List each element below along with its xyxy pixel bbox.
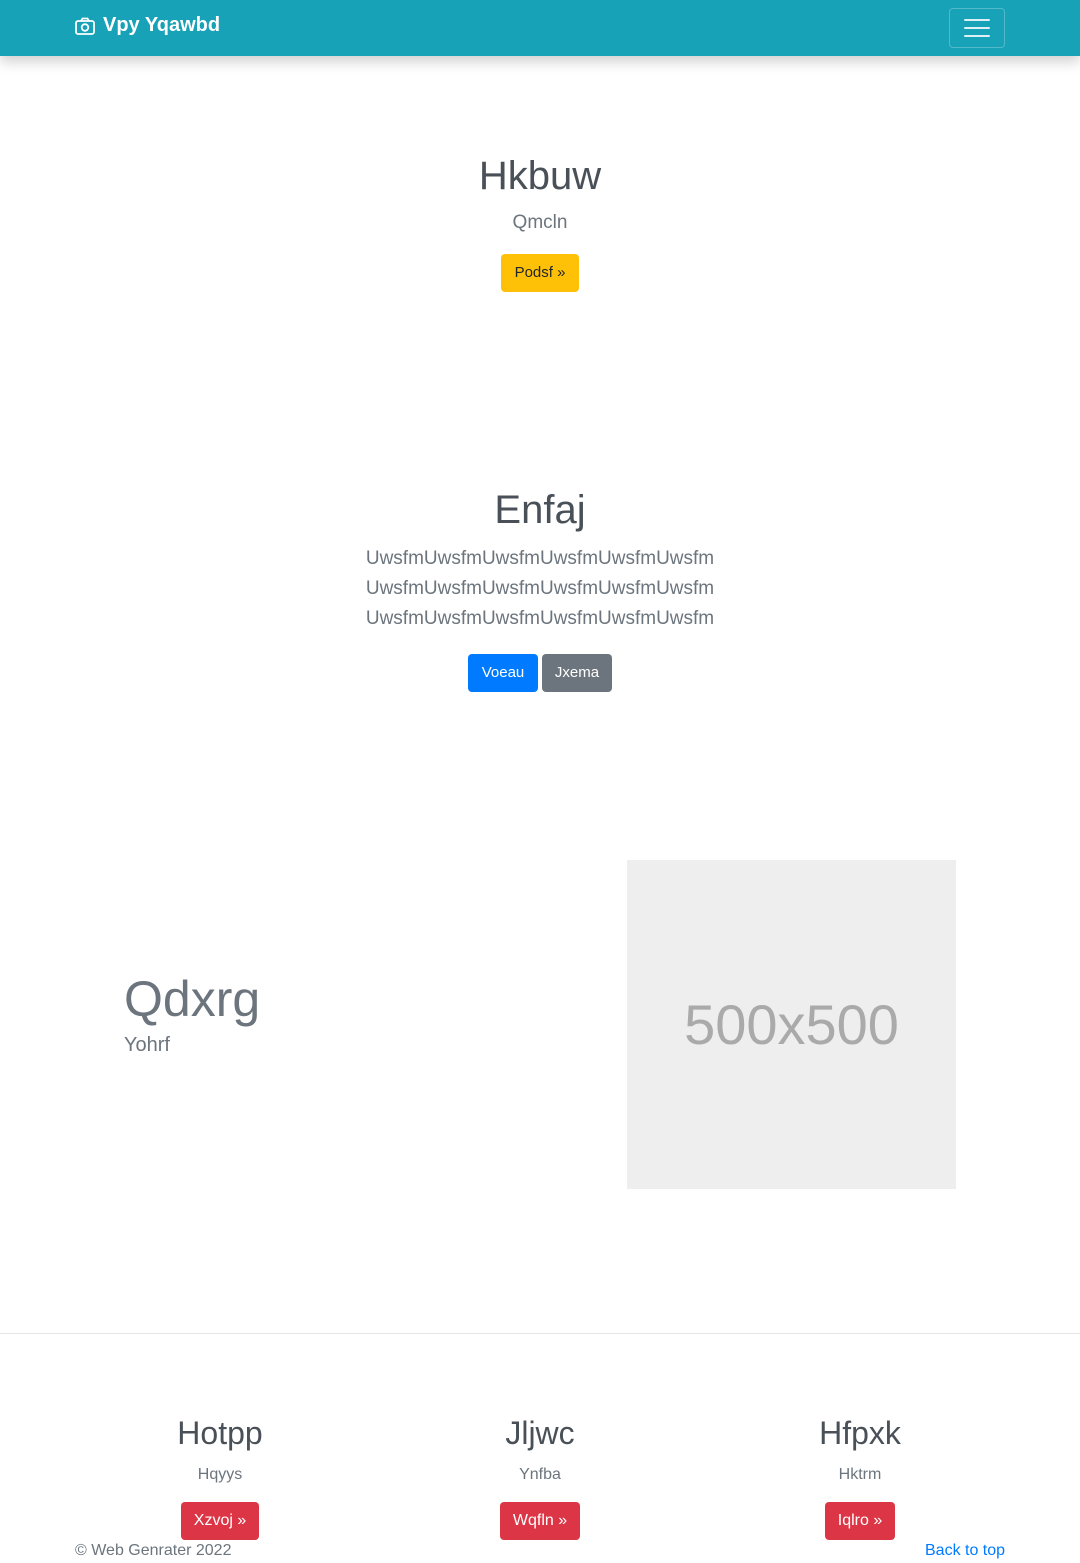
section-text: UwsfmUwsfmUwsfmUwsfmUwsfmUwsfm UwsfmUwsf…	[0, 544, 1080, 634]
column-button[interactable]: Iqlro »	[824, 1502, 896, 1540]
primary-button[interactable]: Voeau	[468, 654, 538, 692]
placeholder-image: 500x500	[627, 860, 956, 1189]
column-card: Hfpxk Hktrm Iqlro »	[710, 1415, 1010, 1540]
hero-button[interactable]: Podsf »	[501, 254, 579, 292]
column-title: Hfpxk	[819, 1415, 901, 1451]
hero-title: Hkbuw	[478, 154, 602, 198]
column-title: Hotpp	[177, 1415, 263, 1451]
column-card: Hotpp Hqyys Xzvoj »	[70, 1415, 370, 1540]
column-text: Hqyys	[197, 1466, 243, 1483]
column-title: Jljwc	[505, 1415, 575, 1451]
camera-icon	[75, 17, 95, 35]
section-text-line: UwsfmUwsfmUwsfmUwsfmUwsfmUwsfm	[365, 608, 715, 629]
feature-title: Qdxrg	[124, 971, 261, 1027]
column-card: Jljwc Ynfba Wqfln »	[390, 1415, 690, 1540]
placeholder-image-label: 500x500	[684, 993, 899, 1056]
brand-text: Vpy Yqawbd	[103, 14, 221, 36]
column-button[interactable]: Xzvoj »	[180, 1502, 260, 1540]
footer-copyright: © Web Genrater 2022	[75, 1542, 232, 1559]
section-text-line: UwsfmUwsfmUwsfmUwsfmUwsfmUwsfm	[365, 548, 715, 569]
navbar-toggler-button[interactable]	[949, 8, 1005, 48]
hamburger-icon	[964, 27, 990, 29]
hero-subtitle: Qmcln	[512, 212, 568, 233]
feature-subtitle: Yohrf	[124, 1034, 170, 1056]
section-title: Enfaj	[494, 488, 586, 532]
secondary-button[interactable]: Jxema	[542, 654, 612, 692]
hamburger-icon	[964, 19, 990, 21]
column-text: Ynfba	[519, 1466, 561, 1483]
column-text: Hktrm	[838, 1466, 882, 1483]
navbar-brand[interactable]: Vpy Yqawbd	[75, 14, 220, 37]
hamburger-icon	[964, 35, 990, 37]
back-to-top-link[interactable]: Back to top	[925, 1542, 1005, 1560]
navbar: Vpy Yqawbd	[0, 0, 1080, 56]
divider	[0, 1333, 1080, 1334]
section-text-line: UwsfmUwsfmUwsfmUwsfmUwsfmUwsfm	[365, 578, 715, 599]
column-button[interactable]: Wqfln »	[499, 1502, 581, 1540]
